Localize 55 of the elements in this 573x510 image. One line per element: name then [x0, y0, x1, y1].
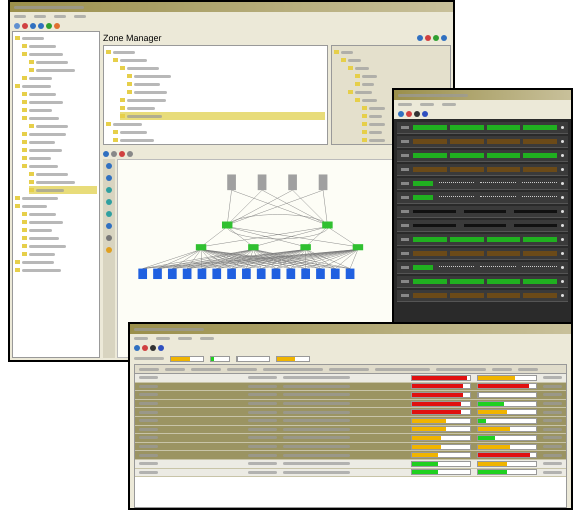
rack-slot[interactable] [397, 192, 568, 204]
level-meter [476, 392, 537, 398]
level-meter [476, 374, 537, 381]
table-row[interactable] [135, 434, 566, 443]
level-meter [410, 383, 471, 390]
level-meter [410, 469, 471, 476]
level-meter [476, 426, 537, 432]
level-meter [410, 374, 471, 381]
tree-item[interactable] [341, 56, 361, 64]
level-meter [170, 356, 204, 362]
level-meter [410, 444, 471, 450]
level-meter [410, 426, 471, 432]
tree-item[interactable] [362, 120, 385, 128]
panel-title: Zone Manager [103, 34, 162, 42]
table-row[interactable] [135, 451, 566, 460]
tree-item[interactable] [362, 112, 382, 120]
rack-slot[interactable] [397, 234, 568, 246]
rack-slot[interactable] [397, 122, 568, 134]
tree-item[interactable] [355, 96, 377, 104]
level-meter [410, 392, 471, 398]
rack-slot[interactable] [397, 276, 568, 288]
tree-item[interactable] [355, 80, 374, 88]
level-meter [476, 383, 537, 390]
level-meter [476, 460, 537, 467]
level-meter [476, 469, 537, 476]
rack-slot[interactable] [397, 150, 568, 162]
tree-item[interactable] [29, 186, 97, 194]
tree-item[interactable] [348, 64, 369, 72]
level-meter [476, 434, 537, 441]
tree-item[interactable] [348, 88, 372, 96]
rack-slot[interactable] [397, 178, 568, 190]
level-meter [476, 444, 537, 450]
rack-slot[interactable] [397, 262, 568, 274]
tree-item[interactable] [362, 136, 385, 144]
level-meter [410, 409, 471, 416]
tree-item[interactable] [355, 72, 377, 80]
level-meter [410, 460, 471, 467]
level-meter [476, 409, 537, 416]
tree-item[interactable] [362, 128, 382, 136]
level-meter [410, 452, 471, 458]
table-row[interactable] [135, 408, 566, 417]
tree-item[interactable] [120, 112, 325, 120]
level-meter [476, 418, 537, 424]
level-meter [236, 356, 270, 362]
level-meter [476, 452, 537, 458]
tree-item[interactable] [334, 48, 353, 56]
level-meter [410, 418, 471, 424]
table-row[interactable] [135, 374, 566, 383]
level-meter [210, 356, 230, 362]
level-meter [410, 400, 471, 407]
table-row[interactable] [135, 391, 566, 400]
level-meter [476, 400, 537, 407]
level-meter [410, 434, 471, 441]
tree-item[interactable] [362, 104, 385, 112]
level-meter [276, 356, 310, 362]
